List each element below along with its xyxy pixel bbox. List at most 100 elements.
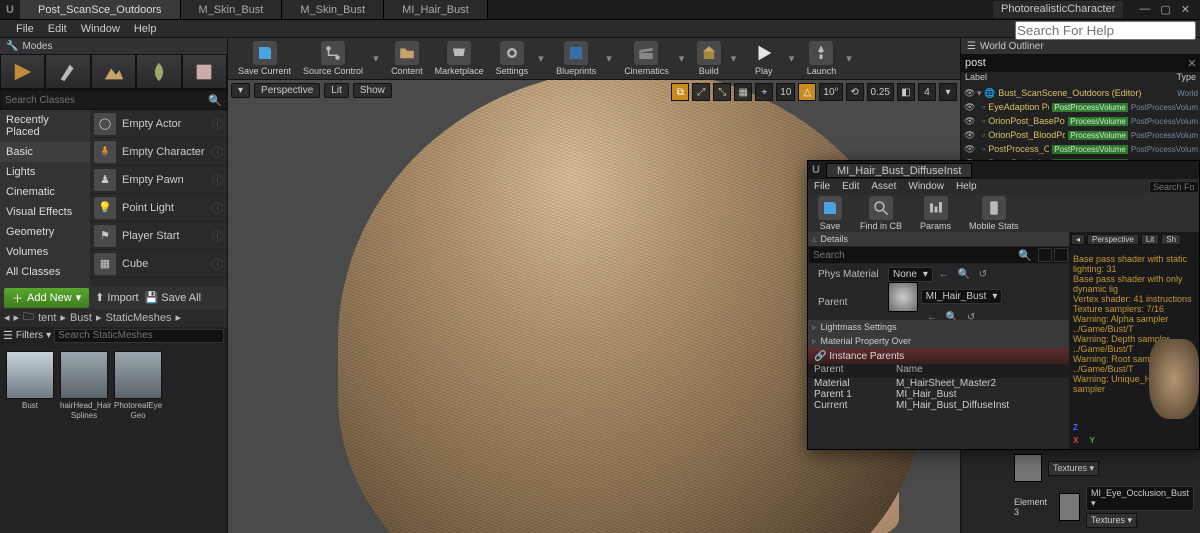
- material-editor-window[interactable]: U MI_Hair_Bust_DiffuseInst File Edit Ass…: [807, 160, 1200, 450]
- textures-dropdown[interactable]: Textures ▾: [1086, 513, 1137, 528]
- tab-mat-3[interactable]: MI_Hair_Bust: [384, 0, 488, 19]
- add-new-button[interactable]: ＋Add New▾: [4, 288, 89, 308]
- mode-place-icon[interactable]: [0, 54, 45, 89]
- maximize-viewport-icon[interactable]: ▾: [939, 83, 957, 101]
- menu-edit[interactable]: Edit: [48, 23, 67, 35]
- mode-landscape-icon[interactable]: [91, 54, 136, 89]
- tab-mat-2[interactable]: M_Skin_Bust: [282, 0, 384, 19]
- phys-material-dropdown[interactable]: None▾: [888, 267, 933, 282]
- marketplace-button[interactable]: Marketplace: [433, 41, 486, 76]
- viewport-menu-button[interactable]: ▾: [231, 83, 250, 98]
- cat-recently-placed[interactable]: Recently Placed: [0, 110, 90, 142]
- visibility-icon[interactable]: 👁: [964, 130, 974, 141]
- clear-search-icon[interactable]: ✕: [1184, 57, 1200, 70]
- content-search-input[interactable]: [54, 329, 224, 343]
- filter-icon[interactable]: ☰: [3, 329, 13, 342]
- visibility-icon[interactable]: 👁: [964, 88, 974, 99]
- camera-speed-value[interactable]: 4: [918, 83, 936, 101]
- chevron-down-icon[interactable]: ▾: [846, 52, 854, 65]
- material-thumbnail[interactable]: [1014, 454, 1042, 482]
- search-icon[interactable]: 🔍: [1014, 249, 1036, 262]
- info-icon[interactable]: ⓘ: [212, 172, 223, 188]
- search-help-input[interactable]: [1015, 21, 1196, 40]
- history-fwd-icon[interactable]: ▸: [14, 311, 20, 324]
- lit-button[interactable]: Lit: [324, 83, 349, 98]
- filters-button[interactable]: Filters: [16, 330, 43, 341]
- place-item[interactable]: ⚑Player Startⓘ: [90, 222, 227, 250]
- visibility-icon[interactable]: 👁: [964, 116, 974, 127]
- settings-button[interactable]: Settings: [494, 41, 531, 76]
- crumb[interactable]: tent: [38, 312, 56, 324]
- mode-foliage-icon[interactable]: [136, 54, 181, 89]
- place-item[interactable]: 💡Point Lightⓘ: [90, 194, 227, 222]
- preview-show-button[interactable]: Sh: [1161, 234, 1181, 245]
- parent-thumbnail[interactable]: [888, 282, 918, 312]
- chevron-down-icon[interactable]: ▾: [679, 52, 687, 65]
- material-dropdown[interactable]: MI_Eye_Occlusion_Bust ▾: [1086, 486, 1194, 511]
- snap-angle-icon[interactable]: △: [798, 83, 816, 101]
- preview-menu-button[interactable]: ◂: [1071, 234, 1085, 245]
- perspective-button[interactable]: Perspective: [254, 83, 320, 98]
- instance-row[interactable]: MaterialM_HairSheet_Master2: [808, 378, 1069, 389]
- cinematics-button[interactable]: Cinematics: [622, 41, 671, 76]
- search-icon[interactable]: 🔍: [208, 94, 222, 107]
- arrow-left-icon[interactable]: ←: [936, 269, 952, 280]
- textures-dropdown[interactable]: Textures ▾: [1048, 461, 1099, 476]
- materialwin-search-input[interactable]: [1149, 181, 1199, 193]
- params-button[interactable]: Params: [918, 196, 953, 231]
- materialwin-tab[interactable]: MI_Hair_Bust_DiffuseInst: [826, 163, 973, 178]
- instance-row[interactable]: Parent 1MI_Hair_Bust: [808, 389, 1069, 400]
- details-header[interactable]: ▵Details: [808, 232, 1069, 246]
- camera-speed-icon[interactable]: ◧: [897, 83, 915, 101]
- mode-geometry-icon[interactable]: [182, 54, 227, 89]
- snap-angle-value[interactable]: 10°: [819, 83, 842, 101]
- cat-cinematic[interactable]: Cinematic: [0, 182, 90, 202]
- snap-scale-icon[interactable]: ⟲: [846, 83, 864, 101]
- materialwin-titlebar[interactable]: U MI_Hair_Bust_DiffuseInst: [808, 161, 1199, 179]
- show-button[interactable]: Show: [353, 83, 392, 98]
- tab-scene[interactable]: Post_ScanSce_Outdoors: [20, 0, 181, 19]
- tab-mat-1[interactable]: M_Skin_Bust: [181, 0, 283, 19]
- outliner-row[interactable]: 👁 ▫OrionPost_BasePostProcessVolumePostPr…: [961, 114, 1200, 128]
- outliner-row[interactable]: 👁 ▫EyeAdaption PoPostProcessVolumePostPr…: [961, 100, 1200, 114]
- material-prop-header[interactable]: ▹Material Property Over: [808, 334, 1069, 348]
- chevron-down-icon[interactable]: ▾: [373, 52, 381, 65]
- cat-basic[interactable]: Basic: [0, 142, 90, 162]
- material-thumbnail[interactable]: [1059, 493, 1080, 521]
- save-current-button[interactable]: Save Current: [236, 41, 293, 76]
- save-button[interactable]: Save: [816, 196, 844, 231]
- launch-button[interactable]: Launch: [805, 41, 839, 76]
- chevron-down-icon[interactable]: ▾: [731, 52, 739, 65]
- content-button[interactable]: Content: [389, 41, 425, 76]
- reset-icon[interactable]: ↺: [976, 269, 990, 280]
- menu-edit[interactable]: Edit: [842, 181, 859, 192]
- col-label[interactable]: Label: [961, 72, 1172, 86]
- info-icon[interactable]: ⓘ: [212, 116, 223, 132]
- history-back-icon[interactable]: ◂: [4, 311, 10, 324]
- info-icon[interactable]: ⓘ: [212, 228, 223, 244]
- col-type[interactable]: Type: [1172, 72, 1200, 86]
- close-icon[interactable]: ✕: [1181, 3, 1190, 16]
- cat-all-classes[interactable]: All Classes: [0, 262, 90, 282]
- instance-row[interactable]: CurrentMI_Hair_Bust_DiffuseInst: [808, 400, 1069, 411]
- snap-grid-value[interactable]: 10: [776, 83, 795, 101]
- menu-window[interactable]: Window: [908, 181, 944, 192]
- menu-window[interactable]: Window: [81, 23, 120, 35]
- save-all-button[interactable]: 💾Save All: [145, 291, 201, 304]
- asset-item[interactable]: Bust: [6, 351, 54, 411]
- visibility-icon[interactable]: 👁: [964, 144, 974, 155]
- lightmass-header[interactable]: ▹Lightmass Settings: [808, 320, 1069, 334]
- menu-asset[interactable]: Asset: [871, 181, 896, 192]
- info-icon[interactable]: ⓘ: [212, 144, 223, 160]
- play-button[interactable]: Play: [747, 41, 781, 76]
- build-button[interactable]: Build: [695, 41, 723, 76]
- outliner-row[interactable]: 👁 ▫PostProcess_OuPostProcessVolumePostPr…: [961, 142, 1200, 156]
- place-item[interactable]: ♟Empty Pawnⓘ: [90, 166, 227, 194]
- asset-item[interactable]: PhotorealEye Geo: [114, 351, 162, 421]
- menu-file[interactable]: File: [814, 181, 830, 192]
- import-button[interactable]: ⬆Import: [95, 291, 138, 304]
- find-in-cb-button[interactable]: Find in CB: [858, 196, 904, 231]
- grid-view-icon[interactable]: [1038, 248, 1052, 262]
- folder-icon[interactable]: 🗀: [23, 308, 34, 327]
- eye-icon[interactable]: [1054, 248, 1068, 262]
